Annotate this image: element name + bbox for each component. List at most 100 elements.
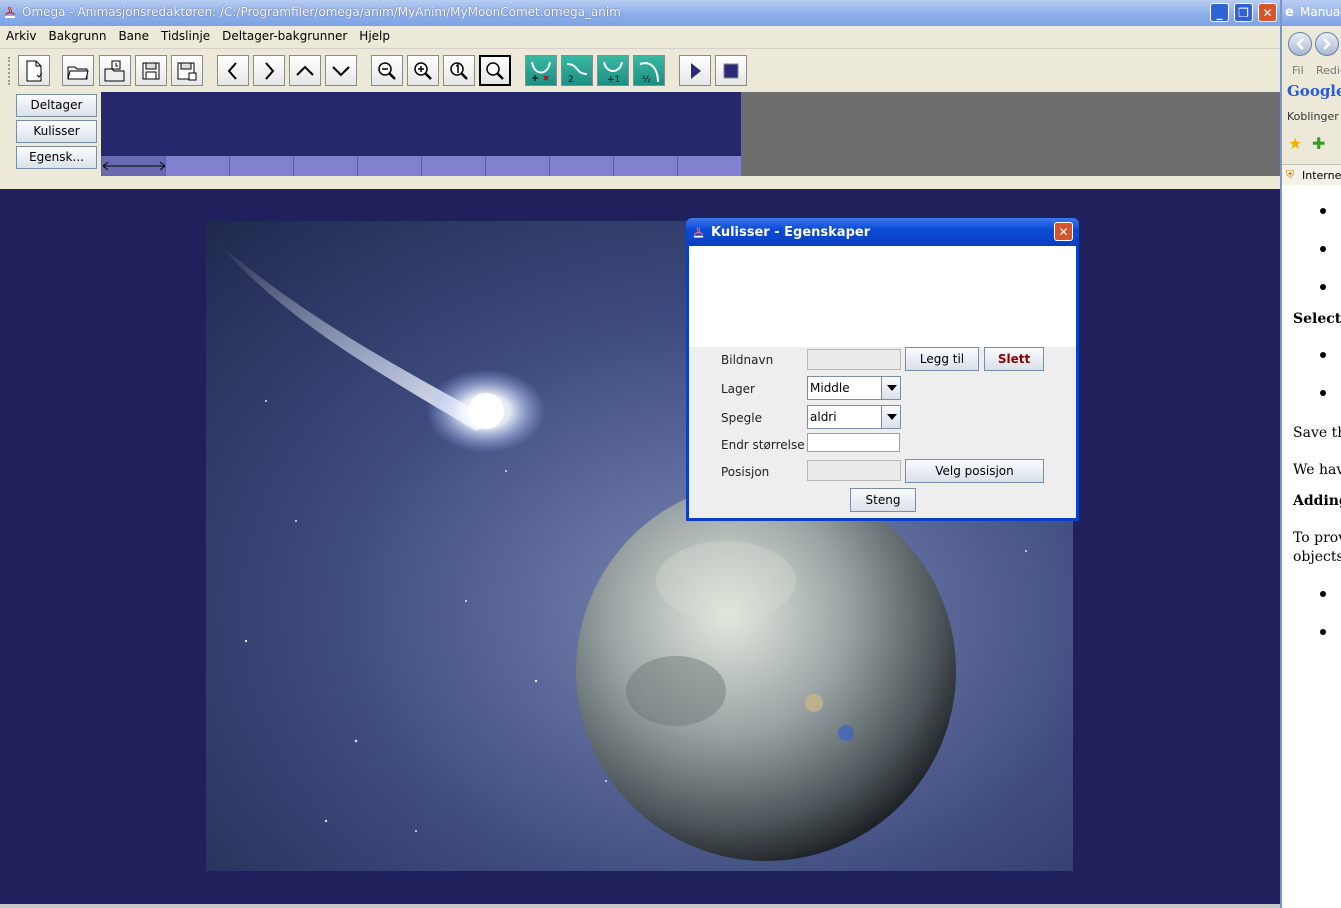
- menu-bakgrunn[interactable]: Bakgrunn: [43, 26, 113, 43]
- previous-button[interactable]: [217, 55, 249, 86]
- zoom-in-button[interactable]: [407, 55, 439, 86]
- toolbar-grip[interactable]: [8, 57, 14, 85]
- zoom-fit-icon: [486, 61, 504, 80]
- browser-menu-redig[interactable]: Redig: [1316, 64, 1341, 77]
- minimize-button[interactable]: _: [1210, 3, 1229, 22]
- window-title-bar: Omega - Animasjonsredaktøren: /C:/Progra…: [0, 0, 1280, 26]
- add-button[interactable]: Legg til: [905, 347, 979, 371]
- menu-tidslinje[interactable]: Tidslinje: [155, 26, 216, 43]
- zoom-out-button[interactable]: [371, 55, 403, 86]
- new-file-button[interactable]: [18, 55, 50, 86]
- timeline-frame[interactable]: [421, 156, 485, 176]
- close-dialog-button[interactable]: Steng: [850, 488, 916, 512]
- stop-button[interactable]: [715, 55, 747, 86]
- menu-bane[interactable]: Bane: [112, 26, 155, 43]
- animation-canvas[interactable]: [0, 189, 1280, 904]
- dialog-close-button[interactable]: ✕: [1054, 222, 1073, 241]
- chevron-down-icon[interactable]: [881, 406, 900, 428]
- lager-label: Lager: [721, 382, 755, 396]
- menu-hjelp[interactable]: Hjelp: [353, 26, 396, 43]
- dialog-title-bar[interactable]: Kulisser - Egenskaper ✕: [686, 218, 1079, 246]
- next-button[interactable]: [253, 55, 285, 86]
- kulisser-button[interactable]: Kulisser: [16, 120, 97, 143]
- timeline-panel: Deltager Kulisser Egensk...: [0, 92, 1280, 178]
- bullet: [1320, 246, 1326, 252]
- maximize-button[interactable]: ❐: [1234, 3, 1253, 22]
- menu-arkiv[interactable]: Arkiv: [0, 26, 43, 43]
- heading-adding: Adding: [1293, 493, 1341, 509]
- timeline-frame[interactable]: [357, 156, 421, 176]
- zoom-actual-icon: [450, 61, 468, 80]
- bullet: [1320, 629, 1326, 635]
- timeline-frame[interactable]: [677, 156, 741, 176]
- back-button[interactable]: [1288, 32, 1312, 56]
- timeline-frame[interactable]: [485, 156, 549, 176]
- forward-button[interactable]: [1315, 32, 1339, 56]
- timeline-frames[interactable]: [101, 156, 741, 176]
- egenskaper-button[interactable]: Egensk...: [16, 146, 97, 169]
- path-plus1-button[interactable]: +1: [597, 55, 629, 86]
- bildnavn-label: Bildnavn: [721, 353, 774, 367]
- lager-select[interactable]: Middle: [807, 376, 901, 400]
- pick-position-button[interactable]: Velg posisjon: [905, 459, 1044, 483]
- timeline-frame[interactable]: [165, 156, 229, 176]
- browser-tab[interactable]: ⛨ Internet: [1282, 164, 1341, 185]
- google-logo: Google: [1287, 82, 1341, 100]
- play-button[interactable]: [679, 55, 711, 86]
- browser-menu-fil[interactable]: Fil: [1292, 64, 1304, 77]
- bullet: [1320, 390, 1326, 396]
- path-point-add-button[interactable]: [525, 55, 557, 86]
- deltager-button[interactable]: Deltager: [16, 94, 97, 117]
- properties-dialog: Kulisser - Egenskaper ✕ Bildnavn Legg ti…: [686, 218, 1079, 521]
- open-folder-icon: [67, 66, 89, 79]
- bildnavn-field: [807, 349, 901, 370]
- back-arrow-icon: [1296, 38, 1304, 50]
- bullet: [1320, 352, 1326, 358]
- path-plus1-label: +1: [607, 75, 620, 84]
- save-as-button[interactable]: [171, 55, 203, 86]
- up-button[interactable]: [289, 55, 321, 86]
- timeline-frame[interactable]: [293, 156, 357, 176]
- timeline-frame-current[interactable]: [101, 156, 166, 176]
- save-icon: [142, 62, 160, 79]
- timeline-frame[interactable]: [549, 156, 613, 176]
- open-recent-button[interactable]: [99, 55, 131, 86]
- posisjon-label: Posisjon: [721, 465, 770, 479]
- spegle-label: Spegle: [721, 411, 762, 425]
- path-half-label: ½: [642, 75, 651, 84]
- links-bar-label: Koblinger: [1287, 110, 1339, 123]
- close-button[interactable]: ✕: [1258, 3, 1277, 22]
- dialog-body: Bildnavn Legg til Slett Lager Middle Spe…: [689, 246, 1076, 518]
- open-folder-button[interactable]: [62, 55, 94, 86]
- java-icon: [693, 227, 704, 238]
- down-button[interactable]: [325, 55, 357, 86]
- delete-button[interactable]: Slett: [984, 347, 1044, 371]
- add-favorite-icon[interactable]: ✚: [1312, 134, 1325, 153]
- path-2-button[interactable]: 2: [561, 55, 593, 86]
- save-button[interactable]: [135, 55, 167, 86]
- path-point-add-icon: [531, 61, 551, 81]
- heading-selecting: Selectin: [1293, 311, 1341, 327]
- bullet: [1320, 591, 1326, 597]
- ie-icon: e: [1285, 5, 1294, 20]
- zoom-fit-button[interactable]: [479, 55, 511, 86]
- next-icon: [265, 61, 275, 80]
- path-half-button[interactable]: ½: [633, 55, 665, 86]
- browser-title-bar[interactable]: e Manua: [1282, 0, 1341, 26]
- menu-deltager-bakgrunner[interactable]: Deltager-bakgrunner: [216, 26, 353, 43]
- spegle-select[interactable]: aldri: [807, 405, 901, 429]
- favorites-star-icon[interactable]: ★: [1288, 134, 1302, 153]
- text-save: Save the: [1293, 425, 1341, 441]
- chevron-down-icon[interactable]: [881, 377, 900, 399]
- posisjon-field: [807, 460, 901, 481]
- path-2-label: 2: [568, 75, 574, 84]
- resize-input[interactable]: [807, 433, 900, 452]
- zoom-actual-button[interactable]: [443, 55, 475, 86]
- timeline-frame[interactable]: [229, 156, 293, 176]
- browser-tab-label: Internet: [1302, 169, 1341, 182]
- path-half-icon: ½: [639, 61, 659, 84]
- down-icon: [332, 65, 350, 76]
- horizontal-scrollbar[interactable]: [0, 904, 1280, 908]
- timeline-frame[interactable]: [613, 156, 677, 176]
- play-icon: [691, 62, 701, 79]
